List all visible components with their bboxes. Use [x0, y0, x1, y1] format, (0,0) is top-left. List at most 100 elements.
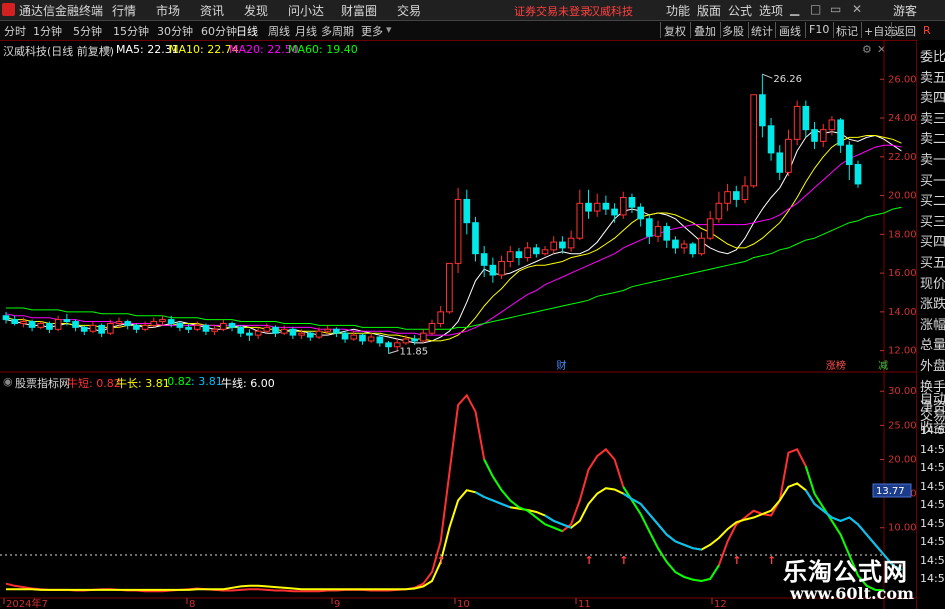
side-label[interactable]: 14:56	[920, 461, 945, 474]
buy-signal: ↑	[767, 554, 776, 567]
candle	[402, 338, 410, 344]
candle	[628, 196, 636, 208]
candle	[150, 321, 158, 326]
candle	[72, 321, 79, 328]
candle	[11, 319, 19, 324]
candle	[193, 324, 201, 330]
candle	[533, 247, 540, 255]
side-label[interactable]: 14:56	[920, 480, 945, 493]
side-label[interactable]: 14:56	[920, 554, 945, 567]
candle	[559, 241, 566, 249]
indicator-line	[622, 492, 702, 551]
candle	[776, 152, 784, 173]
y-tick-label: 16.00	[888, 268, 916, 279]
y-tick-label: 12.00	[888, 346, 916, 357]
candle	[741, 185, 749, 200]
candle	[263, 326, 271, 332]
ma-line-ma20	[5, 144, 902, 336]
candle	[133, 324, 140, 330]
candle	[680, 243, 688, 249]
candle	[54, 319, 62, 330]
kline-chart[interactable]: 12.00 14.00 16.00 18.00 20.00 22.00 24.00 26.00…	[0, 0, 916, 609]
side-label: 买二	[920, 194, 945, 210]
candle	[176, 322, 184, 328]
y-tick-label: 24.00	[888, 113, 916, 124]
watermark-url: www.60lt.com	[790, 584, 914, 603]
candle	[541, 249, 549, 255]
side-label[interactable]: 14:56	[920, 572, 945, 585]
candle	[506, 251, 514, 262]
low-marker	[388, 350, 399, 355]
y-tick-label: 14.00	[888, 307, 916, 318]
candle	[211, 328, 218, 332]
y-tick-label: 20.00	[888, 191, 916, 202]
candle	[237, 326, 245, 334]
side-label: 委比	[920, 50, 945, 65]
candle	[446, 262, 453, 313]
x-tick-label: 12	[714, 599, 727, 609]
candle	[350, 334, 358, 340]
event-marker: 涨榜	[826, 359, 846, 372]
candle	[689, 243, 697, 255]
candle	[759, 94, 766, 127]
side-label: 买三	[920, 214, 945, 230]
indicator-line	[483, 459, 563, 533]
candle	[515, 251, 523, 259]
side-label[interactable]: 交易	[920, 405, 945, 424]
candle	[341, 332, 349, 340]
indicator-line	[622, 486, 720, 583]
y-tick-label: 10.00	[888, 523, 916, 534]
candle	[567, 237, 575, 249]
candle	[715, 202, 723, 220]
x-tick-label: 11	[578, 599, 591, 609]
buy-signal: ↑	[437, 554, 446, 567]
high-label: 26.26	[773, 74, 802, 85]
candle	[89, 324, 97, 332]
candle	[845, 144, 853, 166]
candle	[802, 105, 810, 131]
candle	[854, 164, 862, 185]
side-label: 卖二	[920, 132, 945, 148]
side-label[interactable]: 14:56	[920, 535, 945, 548]
candle	[646, 218, 653, 237]
candle	[419, 332, 427, 342]
indicator-line	[6, 482, 902, 591]
side-label[interactable]: 14:56	[920, 443, 945, 456]
candle	[115, 321, 123, 324]
candle	[28, 321, 36, 328]
candle	[280, 328, 288, 334]
candle	[289, 328, 297, 336]
buy-signal: ↑	[584, 554, 593, 567]
candle	[324, 328, 331, 332]
candle	[819, 129, 827, 142]
candle	[37, 322, 45, 328]
current-value-label: 13.77	[876, 486, 905, 497]
candle	[619, 196, 627, 216]
candle	[724, 191, 731, 204]
candle	[524, 247, 531, 259]
side-label: 买一	[920, 173, 945, 189]
candle	[428, 322, 436, 334]
candle	[576, 202, 584, 239]
buy-signal: ↑	[619, 554, 628, 567]
high-marker	[762, 73, 773, 79]
candle	[498, 260, 505, 276]
candle	[637, 206, 644, 220]
candle	[663, 226, 671, 241]
side-label: 现价	[920, 276, 945, 292]
candle	[454, 198, 462, 264]
candle	[437, 311, 445, 324]
candle	[124, 321, 132, 326]
y-tick-label: 30.00	[888, 386, 916, 397]
side-label[interactable]: 14:56	[920, 424, 945, 437]
side-label[interactable]: 14:56	[920, 498, 945, 511]
y-tick-label: 20.00	[888, 454, 916, 465]
quote-side-panel[interactable]: 委比 卖五 卖四 卖三 卖二 卖一 买一 买二 买三 买四 买五 现价 涨跌 涨幅 总量 外盘 换手 净资 收益 自动…	[916, 40, 945, 609]
candle	[333, 328, 340, 334]
side-label: 买四	[920, 235, 945, 251]
candle	[837, 119, 844, 146]
candle	[2, 315, 10, 321]
x-tick-label: 8	[189, 599, 195, 609]
side-label: 买五	[920, 256, 945, 271]
side-label[interactable]: 14:56	[920, 517, 945, 530]
